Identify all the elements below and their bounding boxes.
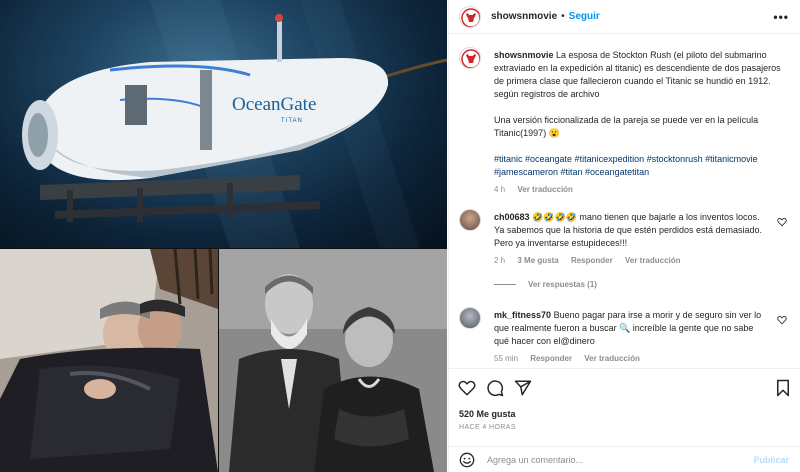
more-options-icon[interactable]: ••• [773, 10, 789, 24]
comment-translate-link[interactable]: Ver traducción [584, 354, 640, 363]
comment-text: 🤣🤣🤣🤣 mano tienen que bajarle a los inven… [494, 212, 763, 248]
caption-text-block: showsnmovie La esposa de Stockton Rush (… [494, 49, 786, 101]
comment-text-block: mk_fitness70 Bueno pagar para irse a mor… [494, 309, 766, 348]
post-panel: showsnmovie • Seguir ••• showsnmovie La … [448, 0, 800, 472]
comment-heart-icon[interactable] [777, 315, 787, 325]
add-comment-bar: Publicar [449, 446, 800, 472]
comment-username[interactable]: mk_fitness70 [494, 310, 551, 320]
reply-button[interactable]: Responder [571, 256, 613, 265]
caption-text-2: Una versión ficcionalizada de la pareja … [494, 115, 759, 138]
comment-heart-icon[interactable] [777, 217, 787, 227]
caption-body: showsnmovie La esposa de Stockton Rush (… [494, 49, 786, 196]
author-avatar[interactable] [459, 5, 481, 28]
publish-button[interactable]: Publicar [753, 455, 789, 465]
author-username[interactable]: showsnmovie [491, 11, 557, 22]
caption-hashtags[interactable]: #titanic #oceangate #titanicexpedition #… [494, 153, 786, 179]
commenter-avatar[interactable] [459, 307, 481, 329]
caption-username[interactable]: showsnmovie [494, 50, 554, 60]
separator-dot: • [561, 11, 565, 22]
submarine-illustration: OceanGate TITAN [22, 0, 447, 248]
comment-text-block: ch00683 🤣🤣🤣🤣 mano tienen que bajarle a l… [494, 211, 766, 250]
likes-count[interactable]: 520 Me gusta [459, 409, 516, 419]
bull-logo-icon [461, 49, 480, 68]
bookmark-icon[interactable] [774, 379, 792, 397]
caption-translate-link[interactable]: Ver traducción [517, 185, 573, 194]
comment-body: ch00683 🤣🤣🤣🤣 mano tienen que bajarle a l… [494, 211, 766, 267]
reply-button[interactable]: Responder [530, 354, 572, 363]
submarine-photo: OceanGate TITAN [0, 0, 447, 248]
commenter-avatar[interactable] [459, 209, 481, 231]
view-replies-button[interactable]: Ver respuestas (1) [494, 280, 597, 289]
share-icon[interactable] [514, 379, 532, 397]
view-replies-label: Ver respuestas (1) [528, 280, 597, 289]
replies-divider-line [494, 284, 516, 285]
couple-in-bed-illustration [0, 249, 218, 472]
comment-meta: 2 h 3 Me gusta Responder Ver traducción [494, 254, 766, 267]
post-media[interactable]: OceanGate TITAN [0, 0, 447, 472]
post-time: HACE 4 HORAS [459, 424, 516, 431]
caption-age: 4 h [494, 185, 506, 194]
emoji-icon[interactable] [459, 452, 475, 468]
historic-couple-photo [219, 249, 447, 472]
comment-input[interactable] [487, 454, 737, 465]
comment-age: 2 h [494, 256, 506, 265]
comment-body: mk_fitness70 Bueno pagar para irse a mor… [494, 309, 766, 365]
comments-list[interactable]: showsnmovie La esposa de Stockton Rush (… [449, 35, 800, 368]
heart-icon[interactable] [458, 379, 476, 397]
comment-translate-link[interactable]: Ver traducción [625, 256, 681, 265]
oceangate-logo: OceanGate [232, 94, 316, 115]
elderly-couple-illustration [219, 249, 447, 472]
comment-icon[interactable] [486, 379, 504, 397]
titan-label: TITAN [281, 118, 303, 124]
movie-still-photo [0, 249, 218, 472]
comment-meta: 55 min Responder Ver traducción [494, 352, 766, 365]
bull-logo-icon [461, 7, 480, 27]
post-actions: 520 Me gusta HACE 4 HORAS [449, 368, 800, 454]
comment-username[interactable]: ch00683 [494, 212, 530, 222]
post-header: showsnmovie • Seguir ••• [449, 0, 800, 34]
caption-avatar[interactable] [459, 47, 481, 69]
comment-age: 55 min [494, 354, 519, 363]
follow-button[interactable]: Seguir [569, 11, 600, 22]
caption-meta: 4 h Ver traducción [494, 183, 786, 196]
comment-likes[interactable]: 3 Me gusta [517, 256, 558, 265]
